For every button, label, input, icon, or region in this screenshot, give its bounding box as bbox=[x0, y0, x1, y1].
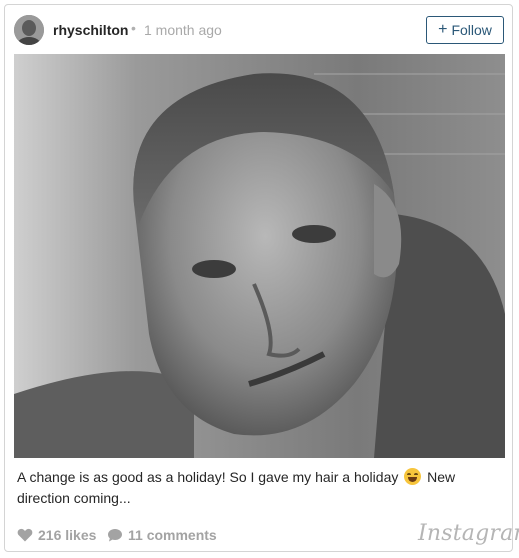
post-photo-image bbox=[14, 54, 505, 458]
comments-label: 11 comments bbox=[128, 527, 217, 543]
likes-label: 216 likes bbox=[38, 527, 97, 543]
follow-button[interactable]: + Follow bbox=[426, 16, 504, 44]
face-with-tears-of-joy-icon bbox=[404, 468, 422, 485]
plus-icon: + bbox=[438, 21, 448, 38]
post-footer: 216 likes 11 comments Instagram bbox=[5, 515, 519, 551]
post-timestamp[interactable]: 1 month ago bbox=[144, 22, 222, 38]
heart-icon bbox=[17, 528, 33, 542]
post-photo[interactable] bbox=[14, 54, 505, 458]
separator-dot: • bbox=[131, 20, 136, 36]
avatar[interactable] bbox=[14, 15, 44, 45]
likes-count[interactable]: 216 likes bbox=[17, 527, 96, 543]
username-link[interactable]: rhyschilton bbox=[53, 22, 128, 38]
instagram-embed-card: rhyschilton • 1 month ago + Follow A cha… bbox=[4, 4, 519, 552]
avatar-image bbox=[14, 15, 44, 45]
post-caption: A change is as good as a holiday! So I g… bbox=[17, 467, 497, 509]
caption-text-start: A change is as good as a holiday! So I g… bbox=[17, 469, 403, 485]
comments-count[interactable]: 11 comments bbox=[107, 527, 217, 543]
post-header: rhyschilton • 1 month ago + Follow bbox=[5, 5, 514, 55]
instagram-logo[interactable]: Instagram bbox=[418, 521, 519, 546]
comment-bubble-icon bbox=[108, 528, 122, 541]
follow-label: Follow bbox=[451, 22, 492, 38]
